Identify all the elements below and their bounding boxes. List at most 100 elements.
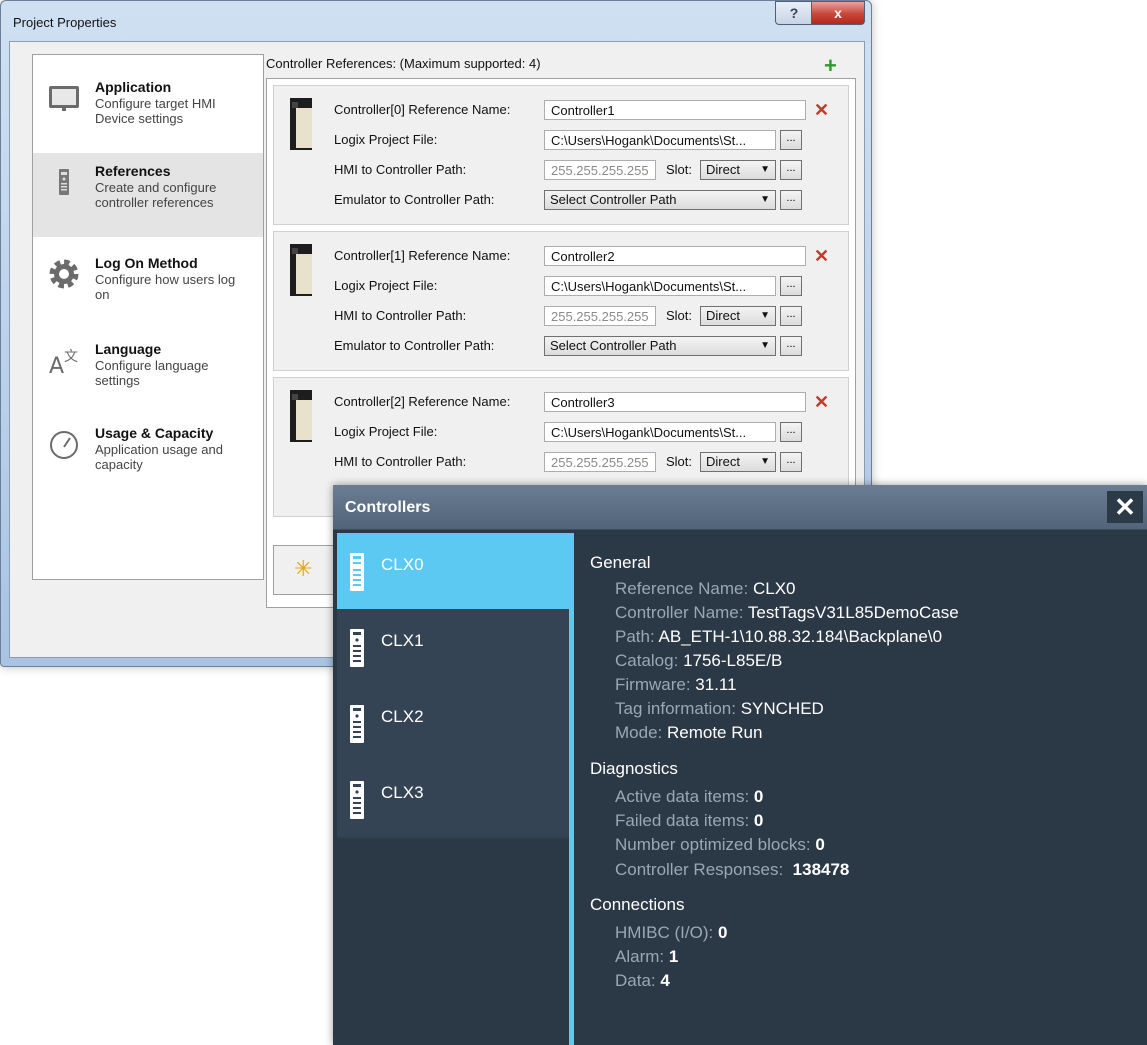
controller-list: CLX0 CLX1 CLX2 CLX3	[337, 533, 569, 839]
logix-file-input[interactable]: C:\Users\Hogank\Documents\St...	[544, 276, 776, 296]
field-value: 31.11	[695, 675, 737, 694]
field-label: Data:	[615, 971, 656, 990]
hmi-path-input[interactable]: 255.255.255.255	[544, 306, 656, 326]
browse-emulator-button[interactable]: ...	[780, 336, 802, 356]
field-value: 1	[668, 947, 679, 966]
controller-list-item-clx0[interactable]: CLX0	[337, 533, 569, 609]
controller-image-icon	[290, 390, 312, 442]
browse-file-button[interactable]: ...	[780, 130, 802, 150]
emulator-path-dropdown[interactable]: Select Controller Path	[544, 336, 776, 356]
browse-path-button[interactable]: ...	[780, 306, 802, 326]
path-row: Path: AB_ETH-1\10.88.32.184\Backplane\0	[615, 627, 942, 647]
logix-file-label: Logix Project File:	[334, 132, 438, 147]
sidebar-item-usage-capacity[interactable]: Usage & Capacity Application usage and c…	[33, 415, 263, 499]
sidebar-item-title: References	[95, 163, 171, 179]
controller-image-icon	[290, 244, 312, 296]
logix-file-input[interactable]: C:\Users\Hogank\Documents\St...	[544, 422, 776, 442]
field-value: AB_ETH-1\10.88.32.184\Backplane\0	[658, 627, 943, 646]
controller-list-item-clx3[interactable]: CLX3	[337, 761, 569, 837]
hmi-path-input[interactable]: 255.255.255.255	[544, 160, 656, 180]
reference-name-input[interactable]: Controller2	[544, 246, 806, 266]
active-items-row: Active data items: 0	[615, 787, 763, 807]
window-title: Project Properties	[13, 15, 117, 30]
field-label: Path:	[615, 627, 655, 646]
slot-dropdown[interactable]: Direct	[700, 306, 776, 326]
monitor-icon	[49, 86, 79, 111]
tag-info-row: Tag information: SYNCHED	[615, 699, 824, 719]
dialog-header: Controllers ✕	[333, 485, 1147, 530]
controller-icon	[350, 629, 364, 667]
hmi-path-input[interactable]: 255.255.255.255	[544, 452, 656, 472]
controller-list-item-clx1[interactable]: CLX1	[337, 609, 569, 685]
diagnostics-heading: Diagnostics	[590, 759, 678, 778]
field-label: Controller Responses:	[615, 860, 784, 879]
sidebar: Application Configure target HMI Device …	[32, 54, 264, 580]
controller-image-icon	[290, 98, 312, 150]
sidebar-item-title: Usage & Capacity	[95, 425, 214, 441]
field-value: 0	[753, 787, 764, 806]
reference-name-row: Reference Name: CLX0	[615, 579, 796, 599]
slot-label: Slot:	[666, 162, 693, 177]
selection-divider	[569, 533, 574, 1045]
browse-file-button[interactable]: ...	[780, 276, 802, 296]
reference-name-label: Controller[2] Reference Name:	[334, 394, 511, 409]
reference-name-input[interactable]: Controller3	[544, 392, 806, 412]
sidebar-item-desc: Application usage and capacity	[95, 442, 223, 472]
browse-path-button[interactable]: ...	[780, 160, 802, 180]
controller-name-row: Controller Name: TestTagsV31L85DemoCase	[615, 603, 959, 623]
data-row: Data: 4	[615, 971, 670, 991]
controller-list-item-clx2[interactable]: CLX2	[337, 685, 569, 761]
delete-reference-icon[interactable]: ✕	[814, 246, 829, 267]
svg-text:文: 文	[64, 349, 78, 365]
sidebar-item-log-on-method[interactable]: Log On Method Configure how users log on	[33, 245, 263, 329]
svg-text:A: A	[49, 354, 64, 377]
sidebar-item-desc: Configure how users log on	[95, 272, 236, 302]
language-icon: A 文	[49, 349, 78, 377]
slot-dropdown[interactable]: Direct	[700, 160, 776, 180]
browse-emulator-button[interactable]: ...	[780, 190, 802, 210]
gear-icon	[49, 259, 79, 289]
sidebar-item-language[interactable]: A 文 Language Configure language settings	[33, 331, 263, 415]
alarm-row: Alarm: 1	[615, 947, 678, 967]
field-value: 0	[753, 811, 764, 830]
controller-icon	[350, 553, 364, 591]
browse-file-button[interactable]: ...	[780, 422, 802, 442]
field-label: Mode:	[615, 723, 663, 742]
new-reference-icon: ✳	[294, 556, 313, 581]
delete-reference-icon[interactable]: ✕	[814, 100, 829, 121]
field-label: Firmware:	[615, 675, 691, 694]
close-button[interactable]: x	[811, 1, 865, 25]
controller-list-label: CLX0	[381, 555, 424, 574]
logix-file-input[interactable]: C:\Users\Hogank\Documents\St...	[544, 130, 776, 150]
field-value: 0	[815, 835, 825, 854]
sidebar-item-title: Language	[95, 341, 162, 357]
field-value: Remote Run	[666, 723, 763, 742]
close-icon[interactable]: ✕	[1107, 491, 1143, 523]
dialog-title: Controllers	[345, 499, 431, 516]
field-label: Number optimized blocks:	[615, 835, 811, 854]
field-label: Alarm:	[615, 947, 665, 966]
emulator-path-dropdown[interactable]: Select Controller Path	[544, 190, 776, 210]
sidebar-item-references[interactable]: References Create and configure controll…	[33, 153, 263, 237]
controller-icon	[350, 781, 364, 819]
mode-row: Mode: Remote Run	[615, 723, 762, 743]
field-value: 138478	[792, 860, 850, 879]
general-heading: General	[590, 553, 651, 572]
sidebar-item-title: Application	[95, 79, 172, 95]
sidebar-item-application[interactable]: Application Configure target HMI Device …	[33, 69, 263, 153]
slot-dropdown[interactable]: Direct	[700, 452, 776, 472]
add-reference-icon[interactable]: +	[824, 55, 837, 77]
browse-path-button[interactable]: ...	[780, 452, 802, 472]
controller-list-label: CLX3	[381, 783, 424, 802]
reference-name-input[interactable]: Controller1	[544, 100, 806, 120]
emulator-path-label: Emulator to Controller Path:	[334, 338, 495, 353]
field-value: 0	[717, 923, 728, 942]
slot-label: Slot:	[666, 454, 693, 469]
controller-icon	[59, 169, 69, 195]
delete-reference-icon[interactable]: ✕	[814, 392, 829, 413]
help-button[interactable]: ?	[775, 1, 813, 25]
failed-items-row: Failed data items: 0	[615, 811, 763, 831]
field-label: Controller Name:	[615, 603, 744, 622]
field-value: SYNCHED	[740, 699, 824, 718]
optimized-blocks-row: Number optimized blocks: 0	[615, 835, 825, 855]
